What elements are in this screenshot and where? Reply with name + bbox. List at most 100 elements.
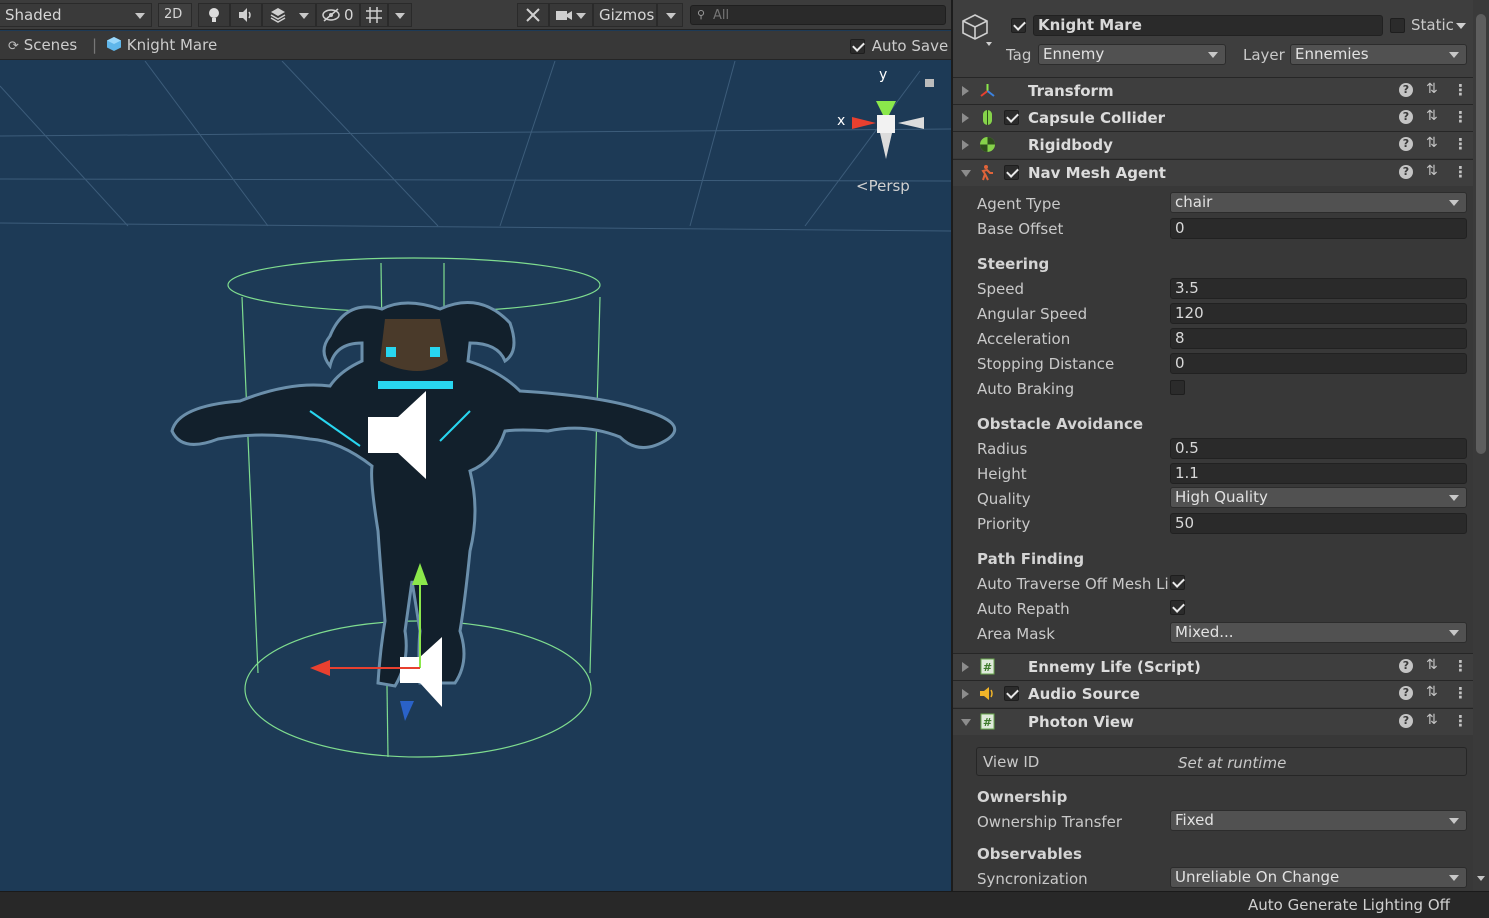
component-audio-source[interactable]: Audio Source ? ⇅ ⋮ bbox=[953, 680, 1473, 707]
scenes-breadcrumb[interactable]: ⟳ Scenes bbox=[8, 36, 77, 54]
inspector-scrollbar[interactable] bbox=[1473, 0, 1489, 891]
foldout-arrow-icon[interactable] bbox=[961, 719, 971, 726]
foldout-arrow-icon[interactable] bbox=[962, 662, 969, 672]
component-photon-view[interactable]: # Photon View ? ⇅ ⋮ bbox=[953, 708, 1473, 735]
priority-field[interactable]: 50 bbox=[1170, 513, 1467, 534]
scene-render[interactable] bbox=[0, 60, 951, 891]
auto-save-checkbox[interactable] bbox=[850, 39, 865, 54]
component-capsule-collider[interactable]: Capsule Collider ? ⇅ ⋮ bbox=[953, 104, 1473, 131]
height-field[interactable]: 1.1 bbox=[1170, 463, 1467, 484]
tag-dropdown[interactable]: Ennemy bbox=[1038, 44, 1226, 65]
draw-mode-dropdown[interactable]: Shaded bbox=[0, 3, 152, 27]
scene-viewport[interactable]: y x <Persp bbox=[0, 60, 951, 891]
help-icon[interactable]: ? bbox=[1399, 165, 1413, 179]
stopping-distance-field[interactable]: 0 bbox=[1170, 353, 1467, 374]
component-ennemy-life-script[interactable]: # Ennemy Life (Script) ? ⇅ ⋮ bbox=[953, 653, 1473, 680]
syncronization-dropdown[interactable]: Unreliable On Change bbox=[1170, 867, 1467, 888]
kebab-menu-icon[interactable]: ⋮ bbox=[1453, 108, 1468, 126]
foldout-arrow-icon[interactable] bbox=[961, 170, 971, 177]
layer-dropdown[interactable]: Ennemies bbox=[1290, 44, 1467, 65]
scene-search-box[interactable]: ⚲ bbox=[690, 5, 946, 25]
scene-search-input[interactable] bbox=[713, 6, 941, 24]
object-breadcrumb[interactable]: Knight Mare bbox=[106, 36, 217, 54]
auto-repath-checkbox[interactable] bbox=[1170, 600, 1185, 615]
projection-label[interactable]: <Persp bbox=[856, 177, 910, 195]
chevron-down-icon bbox=[1449, 52, 1459, 58]
preset-icon[interactable]: ⇅ bbox=[1426, 81, 1438, 97]
stopping-distance-label: Stopping Distance bbox=[977, 355, 1115, 373]
grid-options-dropdown[interactable] bbox=[388, 3, 412, 27]
help-icon[interactable]: ? bbox=[1399, 714, 1413, 728]
base-offset-field[interactable]: 0 bbox=[1170, 218, 1467, 239]
preset-icon[interactable]: ⇅ bbox=[1426, 108, 1438, 124]
active-checkbox[interactable] bbox=[1011, 18, 1026, 33]
auto-save-toggle[interactable]: Auto Save bbox=[850, 37, 948, 55]
preset-icon[interactable]: ⇅ bbox=[1426, 684, 1438, 700]
audio-toggle[interactable] bbox=[230, 3, 262, 27]
help-icon[interactable]: ? bbox=[1399, 686, 1413, 700]
foldout-arrow-icon[interactable] bbox=[962, 86, 969, 96]
component-transform[interactable]: Transform ? ⇅ ⋮ bbox=[953, 77, 1473, 104]
grid-toggle[interactable] bbox=[360, 3, 388, 27]
radius-label: Radius bbox=[977, 440, 1028, 458]
radius-field[interactable]: 0.5 bbox=[1170, 438, 1467, 459]
static-checkbox[interactable] bbox=[1390, 18, 1405, 33]
preset-icon[interactable]: ⇅ bbox=[1426, 163, 1438, 179]
kebab-menu-icon[interactable]: ⋮ bbox=[1453, 684, 1468, 702]
acceleration-field[interactable]: 8 bbox=[1170, 328, 1467, 349]
scene-visibility-toggle[interactable]: 0 bbox=[316, 3, 360, 27]
ownership-transfer-dropdown[interactable]: Fixed bbox=[1170, 810, 1467, 831]
script-icon: # bbox=[980, 713, 995, 730]
toggle-2d-button[interactable]: 2D bbox=[158, 3, 192, 27]
angular-speed-field[interactable]: 120 bbox=[1170, 303, 1467, 324]
speed-field[interactable]: 3.5 bbox=[1170, 278, 1467, 299]
chevron-down-icon bbox=[135, 13, 145, 19]
static-dropdown-caret[interactable] bbox=[1456, 23, 1466, 29]
component-nav-mesh-agent[interactable]: Nav Mesh Agent ? ⇅ ⋮ bbox=[953, 159, 1473, 186]
object-breadcrumb-label: Knight Mare bbox=[126, 36, 218, 54]
auto-traverse-checkbox[interactable] bbox=[1170, 575, 1185, 590]
chevron-down-icon bbox=[299, 13, 309, 19]
kebab-menu-icon[interactable]: ⋮ bbox=[1453, 712, 1468, 730]
preset-icon[interactable]: ⇅ bbox=[1426, 712, 1438, 728]
height-value: 1.1 bbox=[1175, 464, 1199, 482]
camera-dropdown[interactable] bbox=[549, 3, 593, 27]
scenes-label: Scenes bbox=[23, 36, 78, 54]
component-rigidbody[interactable]: Rigidbody ? ⇅ ⋮ bbox=[953, 131, 1473, 158]
help-icon[interactable]: ? bbox=[1399, 83, 1413, 97]
lock-icon[interactable] bbox=[925, 79, 934, 87]
chevron-down-icon bbox=[1208, 52, 1218, 58]
lighting-toggle[interactable] bbox=[198, 3, 230, 27]
foldout-arrow-icon[interactable] bbox=[962, 689, 969, 699]
foldout-arrow-icon[interactable] bbox=[962, 113, 969, 123]
kebab-menu-icon[interactable]: ⋮ bbox=[1453, 81, 1468, 99]
agent-type-dropdown[interactable]: chair bbox=[1170, 192, 1467, 213]
auto-braking-checkbox[interactable] bbox=[1170, 380, 1185, 395]
status-text[interactable]: Auto Generate Lighting Off bbox=[1248, 896, 1450, 914]
kebab-menu-icon[interactable]: ⋮ bbox=[1453, 657, 1468, 675]
kebab-menu-icon[interactable]: ⋮ bbox=[1453, 135, 1468, 153]
tools-button[interactable] bbox=[517, 3, 549, 27]
component-title: Rigidbody bbox=[1028, 136, 1113, 154]
gameobject-cube-icon[interactable] bbox=[961, 12, 995, 46]
quality-dropdown[interactable]: High Quality bbox=[1170, 487, 1467, 508]
help-icon[interactable]: ? bbox=[1399, 659, 1413, 673]
scroll-down-arrow-icon[interactable] bbox=[1477, 876, 1485, 881]
area-mask-dropdown[interactable]: Mixed... bbox=[1170, 622, 1467, 643]
foldout-arrow-icon[interactable] bbox=[962, 140, 969, 150]
capsule-collider-enabled-checkbox[interactable] bbox=[1004, 110, 1019, 125]
effects-dropdown[interactable] bbox=[262, 3, 316, 27]
audio-source-enabled-checkbox[interactable] bbox=[1004, 686, 1019, 701]
quality-value: High Quality bbox=[1175, 488, 1268, 506]
syncronization-label: Syncronization bbox=[977, 870, 1088, 888]
object-name-field[interactable]: Knight Mare bbox=[1033, 15, 1383, 36]
help-icon[interactable]: ? bbox=[1399, 110, 1413, 124]
kebab-menu-icon[interactable]: ⋮ bbox=[1453, 163, 1468, 181]
nav-mesh-agent-enabled-checkbox[interactable] bbox=[1004, 165, 1019, 180]
preset-icon[interactable]: ⇅ bbox=[1426, 657, 1438, 673]
gizmos-button[interactable]: Gizmos bbox=[593, 3, 657, 27]
scrollbar-thumb[interactable] bbox=[1476, 14, 1486, 454]
gizmos-dropdown[interactable] bbox=[657, 3, 683, 27]
help-icon[interactable]: ? bbox=[1399, 137, 1413, 151]
preset-icon[interactable]: ⇅ bbox=[1426, 135, 1438, 151]
